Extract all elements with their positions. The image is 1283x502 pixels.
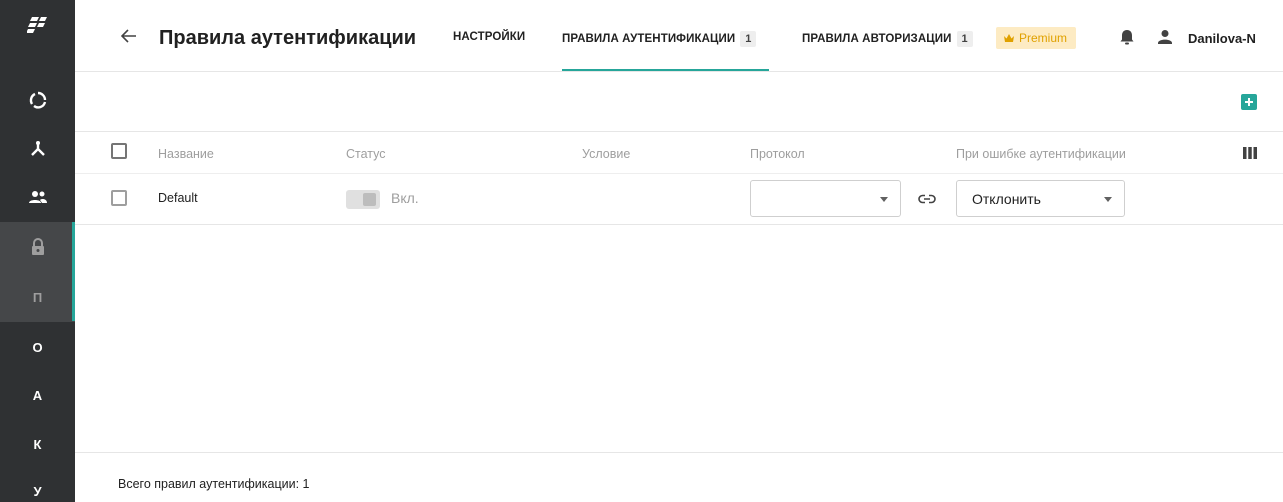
sidebar-item-label: О	[32, 339, 43, 355]
column-header-on-error[interactable]: При ошибке аутентификации	[956, 147, 1126, 161]
sidebar-active-indicator	[72, 222, 75, 321]
total-rules-count: Всего правил аутентификации: 1	[118, 477, 310, 491]
sidebar-item-k[interactable]: К	[0, 419, 75, 469]
column-header-status[interactable]: Статус	[346, 147, 386, 161]
chevron-down-icon	[1104, 197, 1112, 202]
active-tab-indicator	[562, 69, 769, 71]
users-icon	[28, 191, 47, 203]
tab-settings[interactable]: НАСТРОЙКИ	[453, 31, 525, 43]
back-button[interactable]	[119, 26, 139, 46]
sidebar-item-label: А	[32, 387, 43, 403]
table-top-border	[75, 131, 1283, 132]
logo-icon[interactable]	[0, 0, 75, 50]
sidebar-item-users[interactable]	[0, 172, 75, 222]
protocol-select[interactable]	[750, 180, 901, 217]
hierarchy-icon	[30, 141, 45, 156]
table-header-divider	[75, 173, 1283, 174]
crown-icon	[1004, 34, 1014, 42]
sidebar-item-label: П	[32, 289, 43, 305]
user-avatar-icon[interactable]	[1155, 27, 1175, 47]
sidebar-item-a[interactable]: А	[0, 370, 75, 420]
sidebar-item-o[interactable]: О	[0, 322, 75, 372]
status-toggle[interactable]	[346, 190, 380, 209]
toggle-knob	[363, 193, 376, 206]
columns-settings-icon[interactable]	[1243, 146, 1257, 159]
top-header: Правила аутентификации НАСТРОЙКИ ПРАВИЛА…	[75, 0, 1283, 72]
app-root: П О А К У Правила аутентификации НАСТРОЙ…	[0, 0, 1283, 502]
on-error-value: Отклонить	[972, 191, 1041, 207]
page-title: Правила аутентификации	[159, 27, 417, 49]
user-name[interactable]: Danilova-N	[1188, 31, 1256, 46]
tab-label: ПРАВИЛА АВТОРИЗАЦИИ	[802, 33, 952, 46]
sidebar: П О А К У	[0, 0, 75, 502]
sidebar-item-u[interactable]: У	[0, 466, 75, 502]
table-row-divider	[75, 224, 1283, 225]
notifications-bell-icon[interactable]	[1117, 27, 1137, 47]
lock-icon	[31, 238, 44, 255]
tab-label: НАСТРОЙКИ	[453, 31, 526, 43]
sidebar-item-p[interactable]: П	[0, 272, 75, 322]
tab-authorization-rules[interactable]: ПРАВИЛА АВТОРИЗАЦИИ 1	[802, 31, 973, 47]
column-header-protocol[interactable]: Протокол	[750, 147, 805, 161]
tab-label: ПРАВИЛА АУТЕНТИФИКАЦИИ	[562, 33, 736, 46]
row-checkbox[interactable]	[111, 190, 127, 206]
add-rule-button[interactable]	[1241, 94, 1257, 110]
status-label: Вкл.	[391, 190, 419, 206]
arrow-left-icon	[121, 29, 136, 43]
column-header-condition[interactable]: Условие	[582, 147, 630, 161]
sidebar-item-label: К	[33, 436, 42, 452]
rule-name-cell[interactable]: Default	[158, 191, 198, 205]
sidebar-item-label: У	[33, 483, 42, 499]
tab-auth-rules[interactable]: ПРАВИЛА АУТЕНТИФИКАЦИИ 1	[562, 31, 757, 47]
footer-divider	[75, 452, 1283, 453]
sidebar-item-structure[interactable]	[0, 124, 75, 174]
on-error-select[interactable]: Отклонить	[956, 180, 1125, 217]
premium-badge[interactable]: Premium	[996, 27, 1077, 49]
premium-label: Premium	[1019, 31, 1068, 45]
plus-icon	[1245, 98, 1253, 106]
chevron-down-icon	[880, 197, 888, 202]
sidebar-item-security[interactable]	[0, 222, 75, 272]
tab-count-badge: 1	[740, 31, 757, 47]
tab-count-badge: 1	[956, 31, 973, 47]
select-all-checkbox[interactable]	[111, 143, 127, 159]
refresh-circle-icon	[29, 91, 46, 109]
column-header-name[interactable]: Название	[158, 147, 214, 161]
sidebar-item-dashboard[interactable]	[0, 75, 75, 125]
link-icon[interactable]	[918, 191, 936, 207]
